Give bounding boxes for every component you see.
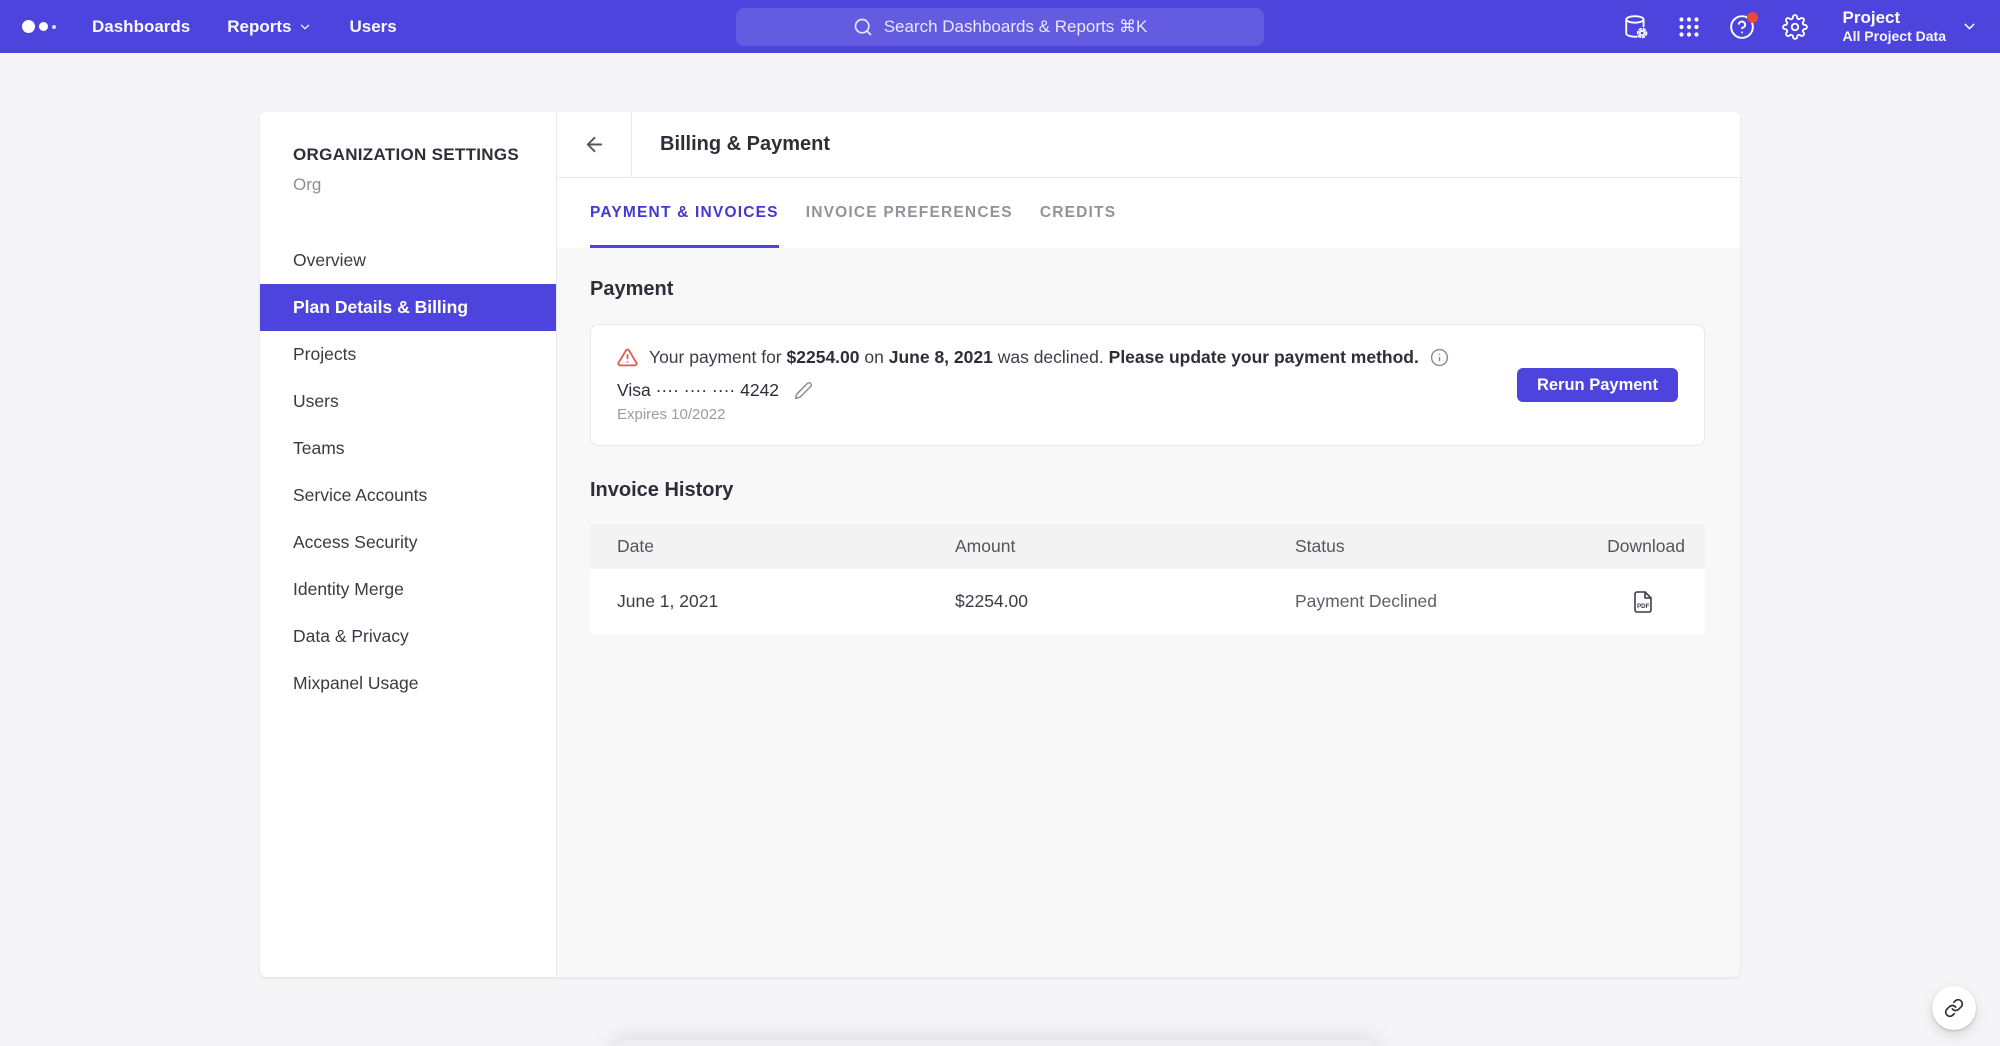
info-icon[interactable] [1430,348,1449,367]
column-header-date: Date [617,536,955,557]
project-value: All Project Data [1843,28,1946,45]
project-switcher[interactable]: Project All Project Data [1843,8,1978,45]
org-settings-sidebar: ORGANIZATION SETTINGS Org Overview Plan … [260,112,557,977]
invoice-table-header: Date Amount Status Download [590,524,1705,569]
column-header-download: Download [1595,536,1685,557]
sidebar-item-users[interactable]: Users [260,378,556,425]
sidebar-item-mixpanel-usage[interactable]: Mixpanel Usage [260,660,556,707]
primary-nav: Dashboards Reports Users [92,17,397,37]
pane-header: Billing & Payment [557,112,1740,178]
sidebar-title: ORGANIZATION SETTINGS [293,145,556,165]
nav-reports[interactable]: Reports [227,17,312,37]
logo-dot [39,22,48,31]
invoice-table: Date Amount Status Download June 1, 2021… [590,524,1705,634]
data-management-icon[interactable] [1623,14,1649,40]
share-link-button[interactable] [1932,986,1976,1030]
top-navbar: Dashboards Reports Users Search Dashboar… [0,0,2000,53]
sidebar-item-plan-details-billing[interactable]: Plan Details & Billing [260,284,556,331]
apps-grid-icon[interactable] [1676,14,1702,40]
settings-gear-icon[interactable] [1782,14,1808,40]
invoice-amount: $2254.00 [955,591,1295,612]
invoice-status: Payment Declined [1295,591,1595,612]
payment-section-title: Payment [590,278,1705,301]
search-input[interactable]: Search Dashboards & Reports ⌘K [736,8,1264,46]
sidebar-item-identity-merge[interactable]: Identity Merge [260,566,556,613]
payment-details: Your payment for $2254.00 on June 8, 202… [617,347,1449,423]
page-title: Billing & Payment [660,133,830,156]
nav-dashboards[interactable]: Dashboards [92,17,190,37]
invoice-history-title: Invoice History [590,479,1705,502]
search-placeholder: Search Dashboards & Reports ⌘K [884,17,1148,37]
search-icon [853,17,873,37]
warning-triangle-icon [617,347,638,368]
nav-reports-label: Reports [227,17,291,37]
logo-dot [52,25,56,29]
sidebar-item-access-security[interactable]: Access Security [260,519,556,566]
svg-text:PDF: PDF [1637,603,1650,610]
arrow-left-icon [583,133,606,156]
tab-invoice-preferences[interactable]: INVOICE PREFERENCES [806,178,1013,248]
sidebar-item-service-accounts[interactable]: Service Accounts [260,472,556,519]
org-settings-panel: ORGANIZATION SETTINGS Org Overview Plan … [260,112,1740,977]
invoice-row: June 1, 2021 $2254.00 Payment Declined P… [590,569,1705,634]
chevron-down-icon [298,20,312,34]
navbar-right-cluster: Project All Project Data [1623,8,1978,45]
mixpanel-logo[interactable] [22,20,66,33]
invoice-date: June 1, 2021 [617,591,955,612]
bottom-sheet-shadow [612,1040,1378,1046]
column-header-amount: Amount [955,536,1295,557]
link-icon [1944,998,1964,1018]
org-name: Org [293,175,556,195]
card-summary-row: Visa ···· ···· ···· 4242 [617,380,1449,401]
sidebar-item-data-privacy[interactable]: Data & Privacy [260,613,556,660]
notification-badge [1747,12,1758,23]
sidebar-item-overview[interactable]: Overview [260,237,556,284]
payment-card: Your payment for $2254.00 on June 8, 202… [590,324,1705,446]
billing-tabs: PAYMENT & INVOICES INVOICE PREFERENCES C… [557,178,1740,248]
column-header-status: Status [1295,536,1595,557]
card-expiry: Expires 10/2022 [617,406,1449,423]
chevron-down-icon [1961,18,1978,35]
billing-content: Payment Your payment for $2254.00 on Jun… [557,248,1740,977]
payment-declined-alert: Your payment for $2254.00 on June 8, 202… [617,347,1449,368]
sidebar-item-projects[interactable]: Projects [260,331,556,378]
edit-card-icon[interactable] [794,381,813,400]
tab-credits[interactable]: CREDITS [1040,178,1116,248]
logo-dot [22,20,35,33]
project-label: Project [1843,8,1946,28]
billing-pane: Billing & Payment PAYMENT & INVOICES INV… [557,112,1740,977]
card-summary: Visa ···· ···· ···· 4242 [617,380,779,401]
pdf-download-icon[interactable]: PDF [1631,589,1655,615]
sidebar-nav: Overview Plan Details & Billing Projects… [260,237,556,707]
back-button[interactable] [557,112,632,177]
sidebar-item-teams[interactable]: Teams [260,425,556,472]
help-icon[interactable] [1729,14,1755,40]
alert-message: Your payment for $2254.00 on June 8, 202… [649,347,1419,368]
nav-users[interactable]: Users [349,17,396,37]
rerun-payment-button[interactable]: Rerun Payment [1517,368,1678,402]
tab-payment-invoices[interactable]: PAYMENT & INVOICES [590,178,779,248]
